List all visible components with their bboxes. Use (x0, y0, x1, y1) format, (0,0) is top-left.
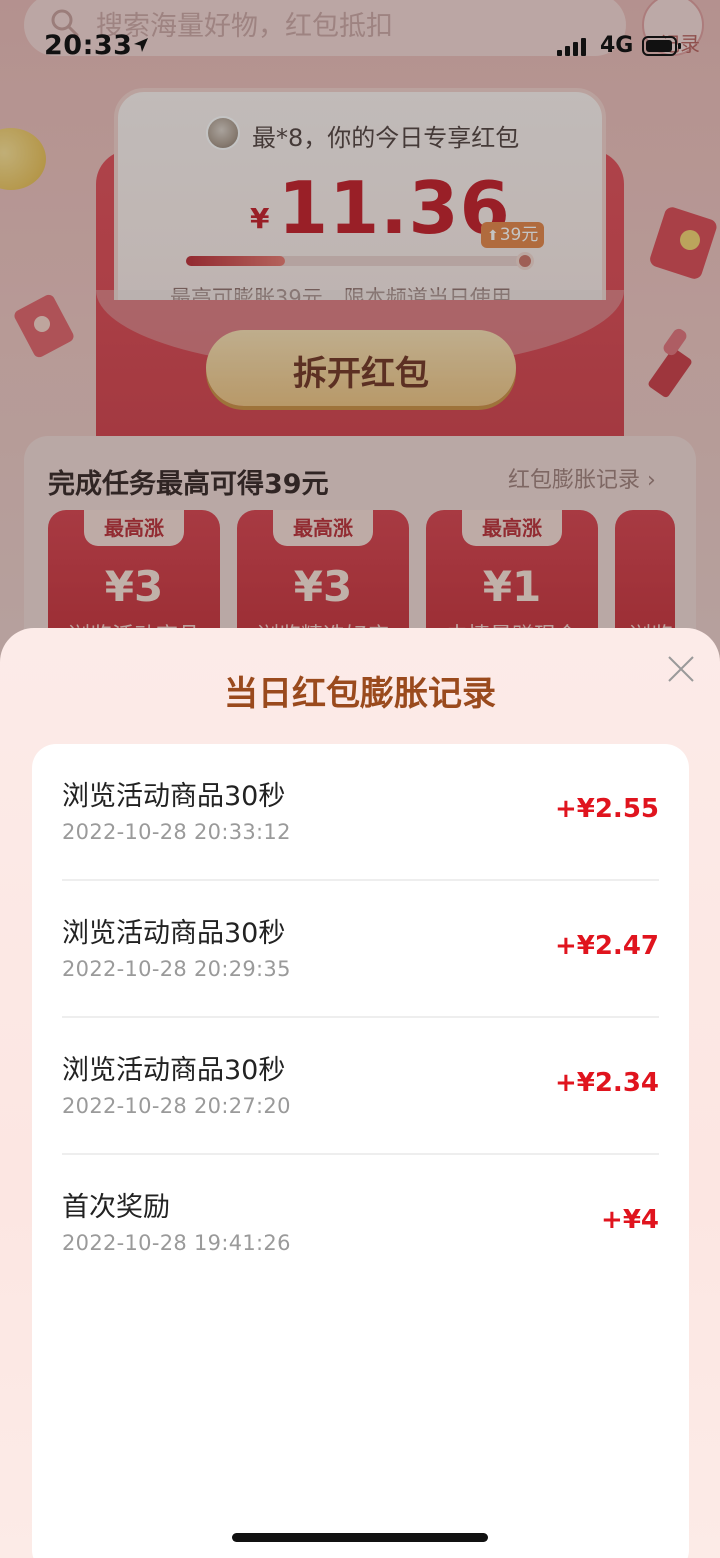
record-row: 浏览活动商品30秒 2022-10-28 20:27:20 +¥2.34 (62, 1018, 659, 1155)
record-row: 首次奖励 2022-10-28 19:41:26 +¥4 (62, 1155, 659, 1292)
record-time: 2022-10-28 20:29:35 (62, 957, 291, 981)
record-time: 2022-10-28 20:33:12 (62, 820, 291, 844)
location-icon (134, 38, 148, 52)
record-amount: +¥2.55 (554, 794, 659, 824)
sheet-title: 当日红包膨胀记录 (224, 674, 496, 714)
record-time: 2022-10-28 20:27:20 (62, 1094, 291, 1118)
record-title: 浏览活动商品30秒 (62, 1055, 286, 1086)
record-row: 浏览活动商品30秒 2022-10-28 20:29:35 +¥2.47 (62, 881, 659, 1018)
signal-icon (557, 38, 586, 56)
record-title: 首次奖励 (62, 1192, 170, 1223)
battery-icon (642, 36, 681, 56)
expand-records-sheet: 当日红包膨胀记录 浏览活动商品30秒 2022-10-28 20:33:12 +… (0, 628, 720, 1558)
close-icon[interactable] (666, 654, 696, 684)
status-time: 20:33 (44, 30, 133, 61)
record-time: 2022-10-28 19:41:26 (62, 1231, 291, 1255)
home-indicator[interactable] (232, 1533, 488, 1542)
record-title: 浏览活动商品30秒 (62, 781, 286, 812)
record-amount: +¥2.34 (554, 1068, 659, 1098)
record-amount: +¥2.47 (554, 931, 659, 961)
network-label: 4G (600, 33, 634, 58)
record-title: 浏览活动商品30秒 (62, 918, 286, 949)
record-amount: +¥4 (601, 1205, 659, 1235)
record-row: 浏览活动商品30秒 2022-10-28 20:33:12 +¥2.55 (62, 744, 659, 881)
status-bar: 20:33 4G (0, 0, 720, 92)
records-list: 浏览活动商品30秒 2022-10-28 20:33:12 +¥2.55 浏览活… (32, 744, 689, 1558)
